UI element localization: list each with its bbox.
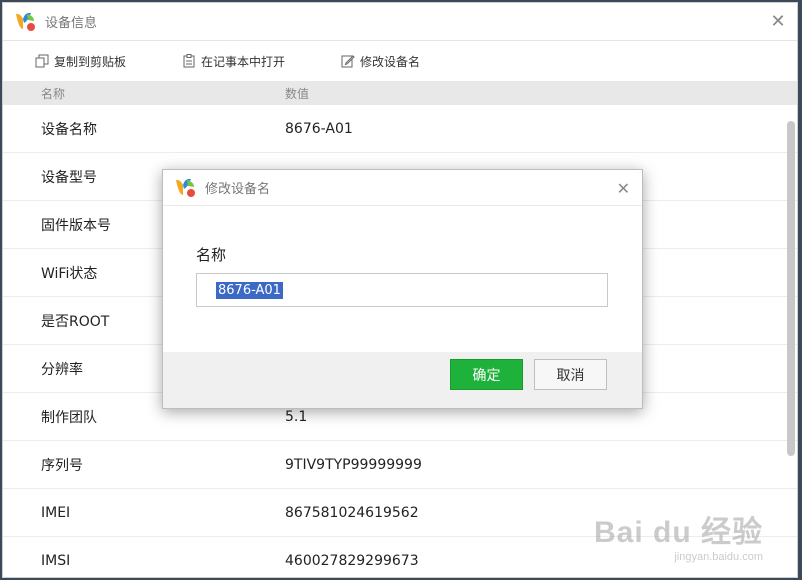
row-name: IMSI <box>41 552 71 569</box>
row-value: 8676-A01 <box>285 120 353 137</box>
table-row[interactable]: 序列号 9TIV9TYP99999999 <box>3 441 797 489</box>
row-name: 分辨率 <box>41 361 83 378</box>
row-name: 是否ROOT <box>41 313 110 330</box>
toolbar: 复制到剪贴板 在记事本中打开 修改设备名 <box>3 41 797 81</box>
dialog-close-button[interactable]: ✕ <box>617 179 630 198</box>
dialog-titlebar: 修改设备名 ✕ <box>163 170 642 206</box>
row-name: 设备型号 <box>41 169 97 186</box>
edit-icon <box>341 55 355 68</box>
device-name-input[interactable]: 8676-A01 <box>196 273 608 307</box>
device-name-input-value: 8676-A01 <box>216 281 283 299</box>
column-header-name: 名称 <box>41 86 66 101</box>
app-logo-icon <box>176 178 195 197</box>
cancel-button[interactable]: 取消 <box>534 359 607 390</box>
column-header-value: 数值 <box>285 86 310 101</box>
row-name: 制作团队 <box>41 409 97 426</box>
copy-icon <box>35 54 49 68</box>
row-value: 867581024619562 <box>285 504 419 521</box>
app-logo-icon <box>16 12 35 31</box>
vertical-scrollbar[interactable] <box>787 121 795 456</box>
row-name: 固件版本号 <box>41 217 111 234</box>
row-value: 9TIV9TYP99999999 <box>285 456 422 473</box>
dialog-footer: 确定 取消 <box>163 352 642 408</box>
window-close-button[interactable]: ✕ <box>769 13 787 31</box>
dialog-body: 名称 8676-A01 <box>163 206 642 352</box>
notepad-icon <box>183 54 195 68</box>
open-in-notepad-label: 在记事本中打开 <box>201 54 286 69</box>
rename-device-button[interactable]: 修改设备名 <box>341 53 420 70</box>
watermark-url: jingyan.baidu.com <box>674 551 763 563</box>
open-in-notepad-button[interactable]: 在记事本中打开 <box>182 53 285 70</box>
row-name: IMEI <box>41 504 71 521</box>
row-name: 序列号 <box>41 457 83 474</box>
dialog-title: 修改设备名 <box>205 182 271 197</box>
watermark-logo-text: Bai du 经验 <box>593 516 763 549</box>
table-row[interactable]: 设备名称 8676-A01 <box>3 105 797 153</box>
row-value: 5.1 <box>285 408 308 425</box>
window-titlebar: 设备信息 ✕ <box>3 3 797 41</box>
window-title: 设备信息 <box>45 16 98 31</box>
table-header: 名称 数值 <box>3 81 797 105</box>
baidu-jingyan-watermark: Bai du 经验 jingyan.baidu.com <box>594 507 763 563</box>
row-name: 设备名称 <box>41 121 97 138</box>
rename-device-dialog: 修改设备名 ✕ 名称 8676-A01 确定 取消 <box>162 169 643 409</box>
rename-device-label: 修改设备名 <box>360 54 421 69</box>
confirm-button[interactable]: 确定 <box>450 359 523 390</box>
name-field-label: 名称 <box>196 246 227 264</box>
row-value: 460027829299673 <box>285 552 419 569</box>
row-name: WiFi状态 <box>41 265 98 282</box>
copy-to-clipboard-label: 复制到剪贴板 <box>54 54 127 69</box>
copy-to-clipboard-button[interactable]: 复制到剪贴板 <box>35 53 126 70</box>
